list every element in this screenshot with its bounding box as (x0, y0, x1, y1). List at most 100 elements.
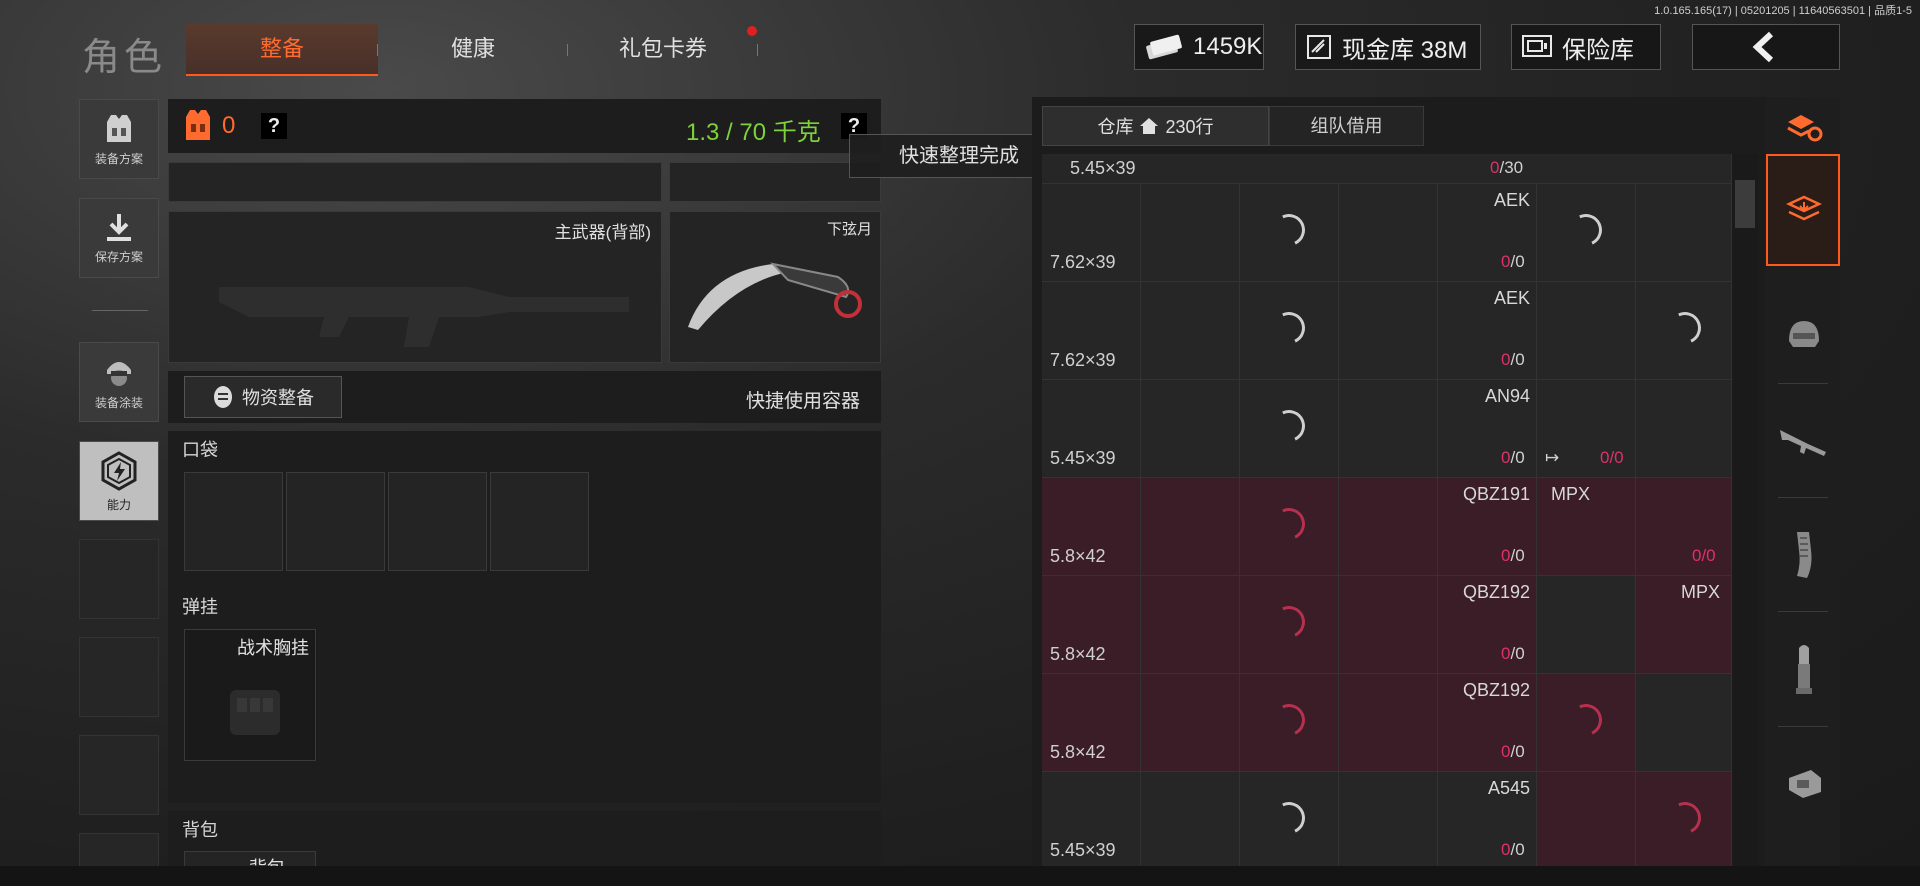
warehouse-cell[interactable] (1339, 380, 1438, 478)
warehouse-cell[interactable] (1339, 772, 1438, 870)
category-divider (1778, 611, 1828, 612)
back-button[interactable] (1692, 24, 1840, 70)
count-total: /0 (1510, 350, 1525, 369)
pocket-slot[interactable] (286, 472, 385, 571)
warehouse-row[interactable] (1042, 154, 1732, 184)
karambit-knife-icon (688, 262, 862, 330)
loadout-presets-button[interactable]: 装备方案 (79, 99, 159, 179)
category-all[interactable] (1766, 154, 1840, 266)
vault-icon (1307, 35, 1331, 59)
cash-vault-button[interactable]: 现金库 38M (1295, 24, 1481, 70)
category-magazine[interactable] (1768, 505, 1840, 605)
count-total: /0 (1510, 742, 1525, 761)
magazine-icon (1797, 532, 1812, 578)
tab-team-borrow[interactable]: 组队借用 (1269, 106, 1424, 146)
pockets-label: 口袋 (182, 440, 218, 460)
sidebar-divider (92, 310, 148, 311)
warehouse-cell[interactable] (1141, 576, 1240, 674)
safe-vault-label: 保险库 (1562, 36, 1634, 64)
warehouse-cell[interactable] (1636, 478, 1732, 576)
warehouse-cell[interactable] (1537, 576, 1636, 674)
warehouse-cell[interactable] (1141, 478, 1240, 576)
stack-down-icon (1786, 195, 1822, 221)
scrollbar-track[interactable] (1732, 154, 1758, 886)
warehouse-cell[interactable] (1339, 478, 1438, 576)
warehouse-cell[interactable] (1141, 772, 1240, 870)
caliber-label: 5.45×39 (1050, 448, 1116, 468)
sidebar-label: 能力 (106, 497, 131, 512)
category-divider (1778, 383, 1828, 384)
category-helmet[interactable] (1768, 285, 1840, 385)
cash-amount: 1459K (1193, 33, 1263, 60)
scrollbar-thumb[interactable] (1735, 180, 1755, 228)
tab-divider (567, 44, 568, 56)
melee-slot[interactable]: 下弦月 (669, 211, 881, 363)
sidebar-empty-slot (79, 735, 159, 815)
category-attachment[interactable] (1768, 734, 1840, 834)
count-total: /0 (1510, 644, 1525, 663)
ammo-count-extra: 0/0 (1600, 448, 1624, 467)
rifle-silhouette-icon (219, 287, 629, 347)
bottom-bar (0, 866, 1920, 886)
warehouse-cell[interactable] (1141, 380, 1240, 478)
tab-gear[interactable]: 整备 (186, 24, 378, 76)
tab-divider (757, 44, 758, 56)
count-total: /0 (1510, 546, 1525, 565)
sidebar-empty-slot (79, 637, 159, 717)
caliber-label: 5.8×42 (1050, 644, 1106, 664)
primary-weapon-slot[interactable]: 主武器(背部) (168, 211, 662, 363)
pocket-slot[interactable] (388, 472, 487, 571)
ammo-count: 0/0 (1501, 546, 1525, 566)
armor-help-button[interactable]: ? (261, 113, 287, 139)
item-name: A545 (1487, 778, 1530, 798)
quick-container-label[interactable]: 快捷使用容器 (746, 386, 860, 413)
cash-icon (1146, 34, 1182, 60)
warehouse-cell[interactable] (1636, 380, 1732, 478)
item-name: QBZ191 (1462, 484, 1530, 504)
warehouse-cell[interactable] (1537, 282, 1636, 380)
category-ammo[interactable] (1768, 620, 1840, 720)
warehouse-cell[interactable] (1339, 674, 1438, 772)
storage-rows: 230行 (1165, 117, 1214, 137)
tab-storage[interactable]: 仓库 230行 (1042, 106, 1269, 146)
warehouse-cell[interactable] (1339, 184, 1438, 282)
sight-icon (1789, 770, 1821, 798)
warehouse-cell[interactable] (1339, 282, 1438, 380)
gear-skin-button[interactable]: 装备涂装 (79, 342, 159, 422)
cash-display: 1459K (1134, 24, 1264, 70)
item-name: MPX (1680, 582, 1720, 602)
count-total: /30 (1499, 158, 1524, 177)
supplies-button[interactable]: 物资整备 (184, 376, 342, 418)
warehouse-cell[interactable] (1141, 282, 1240, 380)
warehouse-cell[interactable] (1339, 576, 1438, 674)
rig-slot[interactable]: 战术胸挂 (184, 629, 316, 761)
warehouse-cell[interactable] (1636, 674, 1732, 772)
safe-vault-button[interactable]: 保险库 (1511, 24, 1661, 70)
item-name: AEK (1493, 190, 1530, 210)
equipment-slot[interactable] (168, 162, 662, 202)
item-name: QBZ192 (1462, 680, 1530, 700)
warehouse-cell[interactable] (1141, 674, 1240, 772)
category-weapon[interactable] (1768, 392, 1840, 492)
sort-refresh-button[interactable] (1768, 97, 1840, 157)
tab-gift-coupons[interactable]: 礼包卡券 (590, 24, 736, 74)
ammo-count-extra: 0/0 (1692, 546, 1716, 565)
supplies-icon (214, 386, 232, 408)
helmet-icon (1789, 321, 1819, 347)
warehouse-cell[interactable] (1141, 184, 1240, 282)
tab-health[interactable]: 健康 (400, 24, 546, 74)
category-divider (1778, 497, 1828, 498)
ability-button[interactable]: 能力 (79, 441, 159, 521)
pocket-slot[interactable] (490, 472, 589, 571)
bullet-icon (1796, 645, 1812, 694)
sidebar-label: 装备涂装 (94, 395, 143, 410)
warehouse-cell[interactable] (1636, 184, 1732, 282)
pocket-slot[interactable] (184, 472, 283, 571)
warehouse-grid[interactable]: 5.45×39 0/30 AEK 7.62×39 0/0 AEK 7.62×39 0/0 AN9… (1042, 154, 1732, 886)
save-preset-button[interactable]: 保存方案 (79, 198, 159, 278)
caliber-label: 5.8×42 (1050, 546, 1106, 566)
rifle-icon (1780, 430, 1826, 456)
rig-item-name: 战术胸挂 (237, 638, 309, 658)
warehouse-cell[interactable] (1537, 772, 1636, 870)
stack-refresh-icon (1787, 115, 1823, 142)
